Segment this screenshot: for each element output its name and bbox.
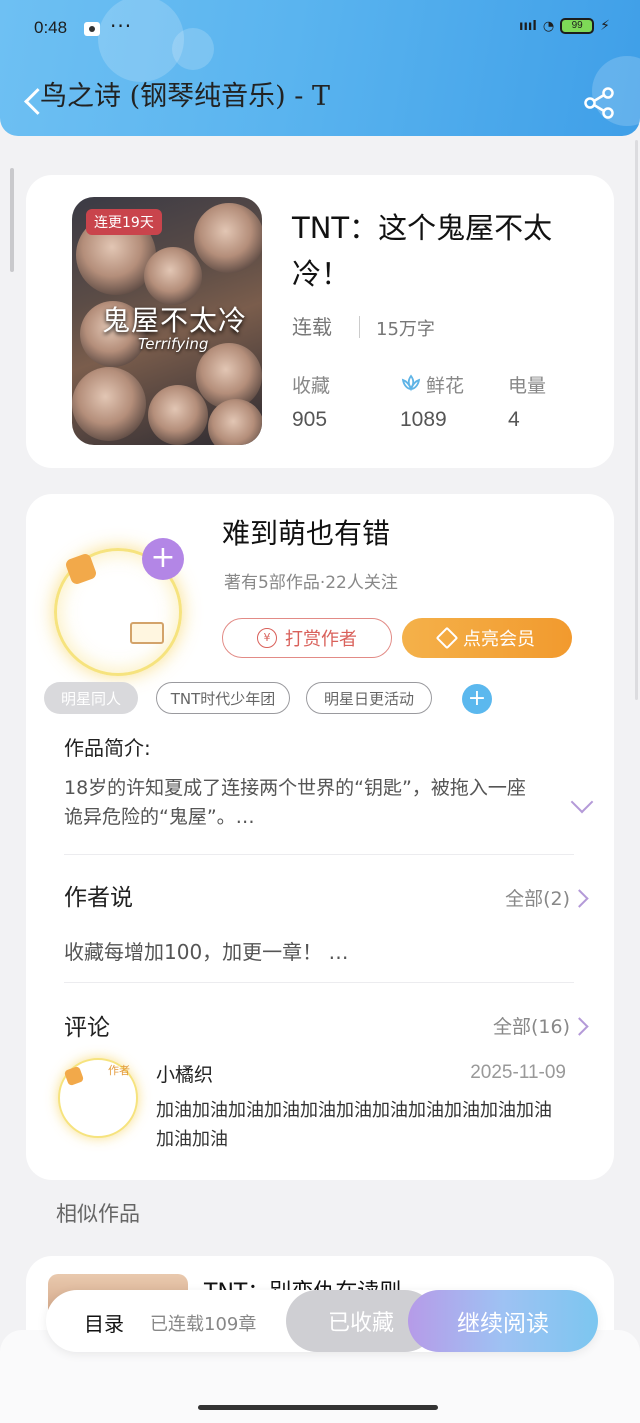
author-says-text: 收藏每增加100，加更一章！ …: [64, 940, 349, 964]
stat-value-flower: 1089: [400, 408, 447, 431]
add-tag-button[interactable]: +: [462, 684, 492, 714]
tag-chip[interactable]: 明星日更活动: [306, 682, 432, 714]
stat-value-collect: 905: [292, 408, 328, 431]
author-tag: 作者: [108, 1064, 130, 1077]
avatar-book-decoration: [130, 622, 164, 644]
book-cover[interactable]: 连更19天 鬼屋不太冷 Terrifying: [72, 197, 262, 445]
intro-heading: 作品简介:: [64, 736, 151, 760]
signal-icon: ıııl: [518, 18, 537, 34]
author-meta: 著有5部作品·22人关注: [224, 573, 398, 593]
toc-button[interactable]: 目录: [84, 1308, 124, 1337]
similar-heading: 相似作品: [56, 1202, 140, 1226]
comments-all-link[interactable]: 全部(16): [493, 1012, 570, 1039]
comment-date: 2025-11-09: [470, 1062, 566, 1083]
author-details-card: + 难到萌也有错 著有5部作品·22人关注 ¥ 打赏作者 点亮会员 明星同人 T…: [26, 494, 614, 1180]
divider: [64, 982, 574, 983]
decor-bubble: [98, 0, 184, 82]
book-title: TNT：这个鬼屋不太冷！: [292, 211, 553, 291]
author-name[interactable]: 难到萌也有错: [222, 512, 390, 552]
stat-label-flower: 鲜花: [426, 375, 465, 397]
stat-label-collect: 收藏: [292, 375, 331, 397]
comment-text[interactable]: 加油加油加油加油加油加油加油加油加油加油加油加油加油: [156, 1096, 566, 1154]
decor-bubble: [172, 28, 214, 70]
cover-figure: [72, 367, 146, 441]
cover-title: 鬼屋不太冷: [102, 304, 248, 337]
commenter-name[interactable]: 小橘织: [156, 1060, 213, 1087]
chevron-right-icon[interactable]: [570, 1017, 589, 1036]
author-says-all-link[interactable]: 全部(2): [505, 884, 570, 911]
serial-status: 连载: [292, 315, 332, 339]
status-more-icon: ···: [110, 14, 133, 38]
scroll-indicator: [10, 168, 14, 272]
divider: [64, 854, 574, 855]
word-count: 15万字: [376, 319, 435, 340]
cover-figure: [208, 399, 262, 445]
status-time: 0:48: [34, 18, 68, 37]
cover-figure: [148, 385, 208, 445]
bottom-action-bar: 目录 已连载109章 已收藏 继续阅读: [46, 1290, 598, 1352]
app-header: 0:48 ··· ıııl ◔ 99 ⚡ 鸟之诗 (钢琴纯音乐) - T: [0, 0, 640, 136]
author-says-heading: 作者说: [64, 885, 133, 911]
tag-chip[interactable]: TNT时代少年团: [156, 682, 290, 714]
book-info-card: 连更19天 鬼屋不太冷 Terrifying TNT：这个鬼屋不太冷！ 连载 1…: [26, 175, 614, 468]
follow-plus-icon[interactable]: +: [142, 538, 184, 580]
cover-subtitle: Terrifying: [138, 335, 209, 353]
intro-text[interactable]: 18岁的许知夏成了连接两个世界的“钥匙”，被拖入一座诡异危险的“鬼屋”。…: [64, 774, 544, 832]
battery-icon: 99: [560, 18, 595, 34]
cover-figure: [144, 247, 202, 305]
wifi-icon: ◔: [542, 18, 555, 34]
tip-author-button[interactable]: ¥ 打赏作者: [222, 618, 392, 658]
chevron-right-icon[interactable]: [570, 889, 589, 908]
scrollbar[interactable]: [635, 140, 638, 700]
vip-button[interactable]: 点亮会员: [402, 618, 572, 658]
home-indicator[interactable]: [198, 1405, 438, 1410]
charging-icon: ⚡: [600, 18, 610, 34]
page-title: 鸟之诗 (钢琴纯音乐) - T: [40, 81, 330, 112]
update-streak-badge: 连更19天: [86, 209, 162, 235]
divider: [359, 316, 360, 338]
continue-reading-button[interactable]: 继续阅读: [408, 1290, 598, 1352]
tag-chip[interactable]: 明星同人: [44, 682, 138, 714]
stat-label-power: 电量: [508, 375, 547, 397]
chapter-count[interactable]: 已连载109章: [150, 1310, 256, 1336]
yen-icon: ¥: [257, 628, 277, 648]
comments-heading: 评论: [64, 1015, 110, 1041]
stat-value-power: 4: [508, 408, 520, 431]
chevron-down-icon[interactable]: [570, 790, 594, 814]
status-right: ıııl ◔ 99 ⚡: [519, 18, 610, 34]
tip-author-label: 打赏作者: [285, 629, 357, 650]
notification-app-icon: [84, 22, 100, 36]
cover-figure: [194, 203, 262, 273]
flower-icon: [401, 374, 421, 392]
vip-label: 点亮会员: [463, 629, 535, 650]
share-icon[interactable]: [582, 86, 616, 120]
diamond-icon: [435, 626, 459, 650]
